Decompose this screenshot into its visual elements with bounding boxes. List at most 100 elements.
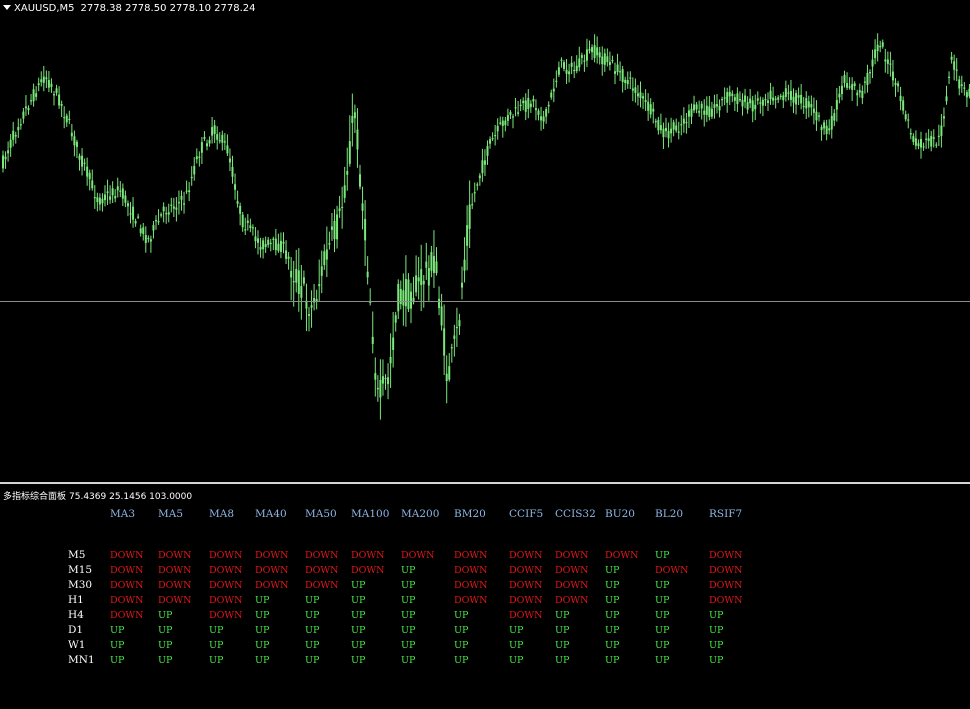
candle-body	[945, 96, 948, 102]
candle-body	[937, 135, 940, 137]
candlestick-series	[2, 33, 970, 420]
candle-body	[175, 207, 178, 210]
horizontal-line[interactable]	[0, 301, 970, 302]
candle-body	[603, 53, 606, 65]
candle-body	[642, 96, 645, 99]
candle-body	[680, 124, 683, 126]
candle-body	[779, 95, 782, 98]
candle-body	[812, 108, 815, 113]
candle-body	[269, 242, 272, 245]
timeframe-label: H1	[68, 594, 84, 606]
candle-body	[629, 77, 632, 79]
candle-body	[75, 141, 78, 147]
candle-body	[384, 377, 387, 380]
candle-body	[397, 284, 400, 312]
candle-body	[142, 227, 145, 234]
signal-cell: UP	[655, 625, 670, 636]
candle-body	[195, 156, 198, 160]
price-chart[interactable]: XAUUSD,M5 2778.38 2778.50 2778.10 2778.24	[0, 0, 970, 483]
signal-cell: UP	[401, 655, 416, 666]
candle-body	[777, 97, 780, 100]
candle-body	[60, 103, 63, 106]
dropdown-triangle-icon[interactable]	[3, 5, 11, 10]
candle-body	[172, 206, 175, 209]
signal-cell: UP	[255, 625, 270, 636]
signal-cell: UP	[255, 595, 270, 606]
candle-body	[723, 97, 726, 99]
candle-body	[639, 92, 642, 99]
candle-body	[216, 134, 219, 140]
candle-body	[211, 127, 214, 136]
candle-body	[381, 376, 384, 384]
timeframe-label: M30	[68, 579, 93, 591]
candle-body	[185, 190, 188, 192]
candle-body	[690, 108, 693, 117]
candle-body	[292, 281, 295, 283]
candle-body	[955, 69, 958, 71]
candle-body	[856, 92, 859, 96]
candle-body	[514, 107, 517, 109]
candle-body	[333, 220, 336, 240]
candle-body	[524, 100, 527, 112]
candle-body	[726, 92, 729, 103]
candle-body	[738, 99, 741, 101]
candle-body	[611, 60, 614, 62]
candle-body	[343, 185, 346, 198]
candle-body	[86, 166, 89, 177]
candle-body	[687, 110, 690, 117]
candle-body	[899, 95, 902, 102]
column-header: RSIF7	[709, 508, 743, 520]
signal-cell: DOWN	[351, 565, 385, 576]
signal-cell: UP	[509, 655, 524, 666]
candle-body	[573, 69, 576, 72]
candle-body	[958, 79, 961, 89]
candle-body	[583, 60, 586, 62]
candle-body	[234, 184, 237, 190]
candle-body	[160, 214, 163, 216]
candle-body	[644, 99, 647, 102]
candle-body	[897, 83, 900, 87]
signal-cell: UP	[555, 610, 570, 621]
candle-body	[843, 75, 846, 83]
candle-body	[223, 141, 226, 143]
candle-body	[948, 76, 951, 78]
candle-body	[591, 47, 594, 53]
candle-body	[879, 46, 882, 48]
signal-cell: UP	[351, 595, 366, 606]
candle-body	[443, 328, 446, 356]
candle-body	[598, 52, 601, 58]
candle-body	[249, 225, 252, 228]
column-header: MA3	[110, 508, 136, 520]
candle-body	[540, 116, 543, 121]
candle-body	[476, 184, 479, 186]
timeframe-label: M15	[68, 564, 93, 576]
signal-cell: UP	[509, 640, 524, 651]
signal-cell: DOWN	[351, 550, 385, 561]
candle-body	[183, 203, 186, 205]
signal-cell: UP	[255, 610, 270, 621]
candle-body	[239, 205, 242, 214]
candle-body	[455, 326, 458, 329]
candle-body	[177, 202, 180, 204]
candle-body	[27, 107, 30, 110]
candle-body	[463, 259, 466, 271]
candle-body	[264, 244, 267, 248]
candle-body	[262, 240, 265, 250]
signal-cell: UP	[158, 625, 173, 636]
candle-body	[884, 59, 887, 62]
candle-body	[348, 141, 351, 164]
signal-cell: DOWN	[709, 565, 743, 576]
candle-body	[565, 69, 568, 74]
candle-body	[206, 143, 208, 147]
candle-body	[761, 99, 764, 106]
candle-body	[19, 124, 22, 126]
signal-cell: DOWN	[209, 565, 243, 576]
candle-body	[445, 373, 448, 382]
candle-body	[935, 144, 938, 146]
candle-body	[47, 80, 50, 88]
candle-body	[782, 95, 785, 101]
candle-body	[116, 186, 119, 191]
signal-cell: UP	[110, 640, 125, 651]
candle-body	[659, 125, 662, 131]
candle-body	[417, 277, 420, 282]
